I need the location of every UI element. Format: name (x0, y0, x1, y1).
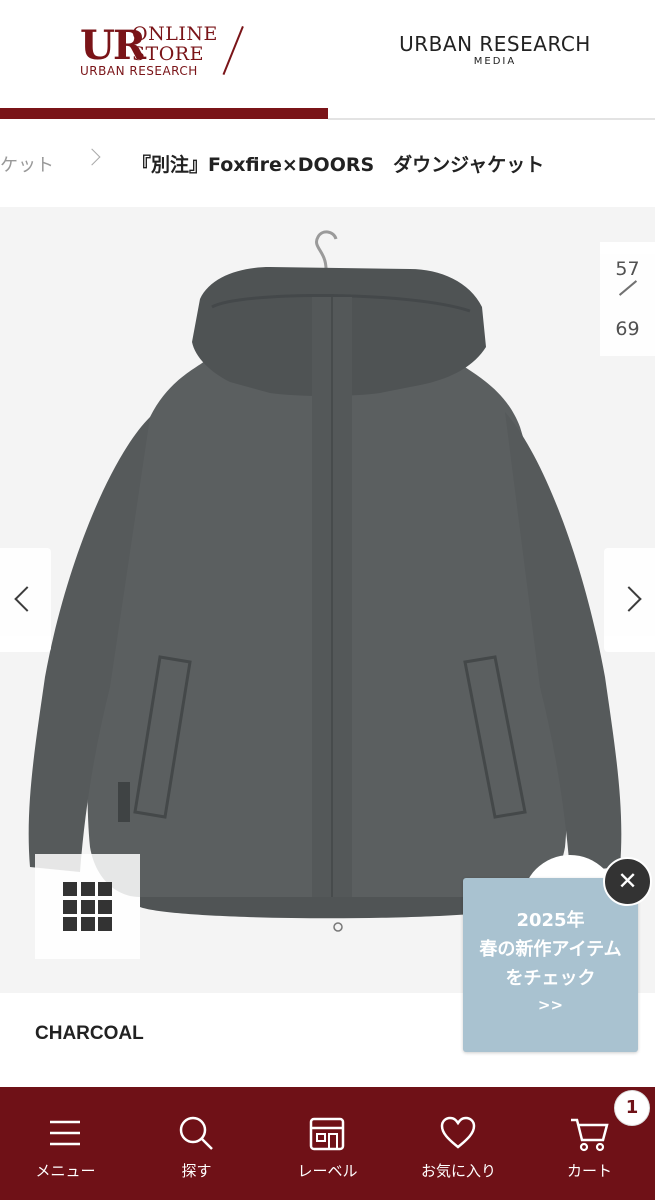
image-counter: 57 69 (600, 242, 655, 356)
heart-icon (440, 1116, 476, 1149)
previous-image-button[interactable] (0, 548, 51, 652)
promo-line-2: 春の新作アイテム (479, 939, 622, 960)
nav-item-label[interactable]: レーベル (262, 1087, 393, 1200)
menu-icon (50, 1120, 80, 1146)
nav-item-menu[interactable]: メニュー (0, 1087, 131, 1200)
promo-line-4: >> (537, 996, 564, 1014)
media-logo-sub: MEDIA (473, 56, 517, 67)
tab-divider (328, 118, 655, 120)
store-icon (309, 1117, 345, 1151)
promo-line-3: をチェック (505, 968, 596, 989)
promo-close-button[interactable]: ✕ (603, 857, 652, 906)
image-counter-total: 69 (615, 318, 640, 340)
nav-label-search: 探す (181, 1162, 212, 1180)
breadcrumb-previous[interactable]: ケット (0, 151, 54, 177)
image-counter-slash (618, 280, 638, 296)
urban-research-media-logo[interactable]: URBAN RESEARCH MEDIA (390, 32, 600, 68)
chevron-right-icon (83, 148, 101, 166)
logo-store-text: STORE (132, 43, 204, 65)
active-tab-indicator (0, 108, 328, 119)
nav-item-favorites[interactable]: お気に入り (393, 1087, 524, 1200)
promo-line-1: 2025年 (516, 910, 585, 931)
grid-view-button[interactable] (35, 854, 140, 959)
chevron-right-icon (616, 586, 642, 612)
nav-item-search[interactable]: 探す (131, 1087, 262, 1200)
image-counter-current: 57 (615, 258, 640, 280)
selected-color-name: CHARCOAL (35, 1023, 144, 1044)
nav-label-cart: カート (566, 1162, 612, 1180)
nav-label-label: レーベル (297, 1162, 358, 1180)
cart-icon (571, 1118, 609, 1152)
promo-banner[interactable]: 2025年 春の新作アイテム をチェック >> (463, 878, 638, 1052)
chevron-left-icon (14, 586, 40, 612)
grid-view-icon (63, 882, 112, 931)
nav-label-favorites: お気に入り (420, 1162, 496, 1180)
breadcrumb-current: 『別注』Foxfire×DOORS ダウンジャケット (132, 154, 545, 176)
logo-slash (222, 26, 244, 75)
next-image-button[interactable] (604, 548, 655, 652)
site-header: UR ONLINE STORE URBAN RESEARCH URBAN RES… (0, 0, 655, 108)
breadcrumb: ケット 『別注』Foxfire×DOORS ダウンジャケット (0, 121, 655, 207)
media-logo-title: URBAN RESEARCH (399, 32, 591, 56)
bottom-navigation: メニュー 探す レーベル お気に入り カート (0, 1087, 655, 1200)
close-icon: ✕ (617, 867, 638, 895)
cart-count-badge: 1 (614, 1090, 650, 1126)
logo-sub-text: URBAN RESEARCH (80, 64, 198, 78)
logo-online-text: ONLINE (132, 23, 218, 45)
ur-online-store-logo[interactable]: UR ONLINE STORE URBAN RESEARCH (80, 22, 250, 82)
nav-label-menu: メニュー (35, 1162, 96, 1180)
search-icon (179, 1116, 213, 1150)
